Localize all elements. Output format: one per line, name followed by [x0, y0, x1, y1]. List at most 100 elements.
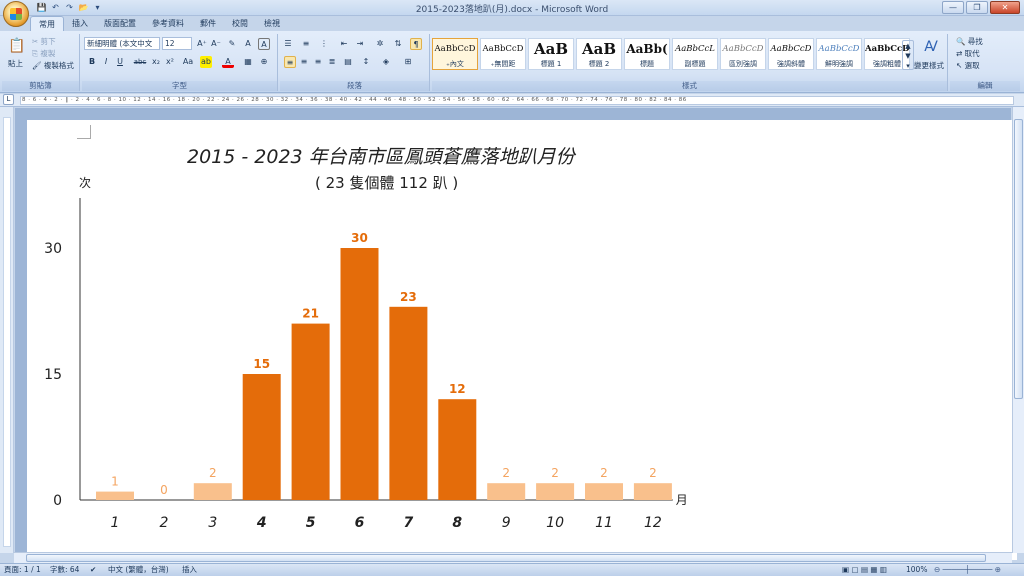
- data-label: 15: [253, 357, 270, 371]
- data-label: 21: [302, 307, 319, 321]
- bar-chart: 2015 - 2023 年台南市區鳳頭蒼鷹落地趴月份 ( 23 隻個體 112 …: [27, 120, 747, 550]
- borders-icon[interactable]: ⊞: [402, 56, 414, 68]
- tab-home[interactable]: 常用: [30, 16, 64, 31]
- style-title[interactable]: AaBb(標題: [624, 38, 670, 70]
- tab-references[interactable]: 參考資料: [144, 16, 192, 31]
- vertical-ruler-track: [3, 117, 11, 547]
- style-normal[interactable]: AaBbCcD ₊內文: [432, 38, 478, 70]
- view-buttons[interactable]: ▣ ▢ ▤ ▦ ▥: [842, 564, 887, 576]
- line-spacing-icon[interactable]: ↕: [360, 56, 372, 68]
- font-name-select[interactable]: 新細明體 (本文中文: [84, 37, 160, 50]
- change-styles-button[interactable]: 變更樣式: [914, 60, 944, 71]
- proofing-icon[interactable]: ✔: [90, 564, 96, 576]
- find-button[interactable]: 🔍 尋找: [956, 36, 983, 47]
- status-language[interactable]: 中文 (繁體，台灣): [108, 564, 169, 576]
- tab-mailings[interactable]: 郵件: [192, 16, 224, 31]
- minimize-button[interactable]: —: [942, 1, 964, 14]
- select-button[interactable]: ↖ 選取: [956, 60, 980, 71]
- paste-button[interactable]: 貼上: [8, 58, 23, 69]
- style-heading-2[interactable]: AaB 標題 2: [576, 38, 622, 70]
- window-title: 2015-2023落地趴(月).docx - Microsoft Word: [415, 5, 609, 15]
- font-color-icon[interactable]: A: [222, 56, 234, 68]
- style-intense-emphasis[interactable]: AaBbCcD 鮮明強調: [816, 38, 862, 70]
- decrease-indent-icon[interactable]: ⇤: [338, 38, 350, 50]
- x-tick-label: 2: [159, 515, 168, 531]
- style-sample: AaBbCcD: [770, 44, 812, 54]
- grow-font-icon[interactable]: A⁺: [196, 38, 208, 50]
- zoom-slider[interactable]: ⊖ ─────┼───── ⊕: [934, 564, 1001, 576]
- copy-label: 複製: [40, 49, 56, 58]
- tab-review[interactable]: 校閱: [224, 16, 256, 31]
- data-label: 2: [600, 466, 608, 480]
- subscript-button[interactable]: x₂: [150, 56, 162, 68]
- vertical-scrollbar[interactable]: [1012, 107, 1024, 553]
- font-size-select[interactable]: 12: [162, 37, 192, 50]
- sort-icon[interactable]: ⇅: [392, 38, 404, 50]
- style-sample: AaB: [533, 40, 569, 58]
- style-subtle-emphasis[interactable]: AaBbCcD 區別強調: [720, 38, 766, 70]
- enclose-char-icon[interactable]: ⊕: [258, 56, 270, 68]
- style-emphasis[interactable]: AaBbCcD 強調斜體: [768, 38, 814, 70]
- style-heading-1[interactable]: AaB 標題 1: [528, 38, 574, 70]
- style-name: 強調斜體: [777, 60, 805, 68]
- underline-button[interactable]: U: [114, 56, 126, 68]
- horizontal-ruler[interactable]: L 8 · 6 · 4 · 2 · ║ · 2 · 4 · 6 · 8 · 10…: [0, 94, 1024, 107]
- styles-scroll-icon[interactable]: ▲ ▼ ▾: [902, 40, 914, 70]
- data-label: 2: [502, 466, 510, 480]
- increase-indent-icon[interactable]: ⇥: [354, 38, 366, 50]
- shrink-font-icon[interactable]: A⁻: [210, 38, 222, 50]
- strikethrough-button[interactable]: abc: [132, 56, 148, 68]
- copy-button[interactable]: ⎘ 複製: [32, 48, 55, 59]
- tab-insert[interactable]: 插入: [64, 16, 96, 31]
- status-words[interactable]: 字數: 64: [50, 564, 79, 576]
- style-sample: AaBbCcD: [722, 44, 764, 54]
- highlight-icon[interactable]: ab: [200, 56, 212, 68]
- style-no-spacing[interactable]: AaBbCcD ₊無間距: [480, 38, 526, 70]
- tab-view[interactable]: 檢視: [256, 16, 288, 31]
- phonetic-icon[interactable]: A: [242, 38, 254, 50]
- distributed-icon[interactable]: ▤: [342, 56, 354, 68]
- status-mode[interactable]: 插入: [182, 564, 197, 576]
- office-button[interactable]: [3, 1, 29, 27]
- tab-selector-icon[interactable]: L: [3, 94, 14, 105]
- char-shading-icon[interactable]: ▦: [242, 56, 254, 68]
- x-tick-label: 3: [208, 515, 217, 531]
- replace-button[interactable]: ⇄ 取代: [956, 48, 980, 59]
- office-logo-icon: [10, 8, 22, 20]
- maximize-button[interactable]: ❐: [966, 1, 988, 14]
- data-label: 1: [111, 475, 119, 489]
- numbering-icon[interactable]: ≡: [300, 38, 312, 50]
- horizontal-scroll-thumb[interactable]: [26, 554, 986, 562]
- show-marks-icon[interactable]: ¶: [410, 38, 422, 50]
- bold-button[interactable]: B: [86, 56, 98, 68]
- close-button[interactable]: ✕: [990, 1, 1020, 14]
- change-case-button[interactable]: Aa: [180, 56, 196, 68]
- superscript-button[interactable]: x²: [164, 56, 176, 68]
- styles-group: AaBbCcD ₊內文 AaBbCcD ₊無間距 AaB 標題 1 AaB 標題 2 A…: [432, 34, 948, 91]
- bullets-icon[interactable]: ☰: [282, 38, 294, 50]
- clear-format-icon[interactable]: ✎: [226, 38, 238, 50]
- change-styles-icon[interactable]: Ꜹ: [918, 36, 944, 58]
- status-zoom[interactable]: 100%: [906, 564, 927, 576]
- paste-icon[interactable]: 📋: [8, 36, 26, 56]
- align-left-icon[interactable]: ≡: [284, 56, 296, 68]
- cut-button[interactable]: ✂ 剪下: [32, 36, 56, 47]
- horizontal-scrollbar[interactable]: [14, 552, 1012, 563]
- asian-layout-icon[interactable]: ✲: [374, 38, 386, 50]
- char-border-icon[interactable]: A: [258, 38, 270, 50]
- bar: [438, 399, 477, 500]
- shading-icon[interactable]: ◈: [380, 56, 392, 68]
- status-page[interactable]: 頁面: 1 / 1: [4, 564, 41, 576]
- style-name: 標題: [640, 60, 654, 68]
- tab-page-layout[interactable]: 版面配置: [96, 16, 144, 31]
- style-name: 副標題: [684, 60, 706, 68]
- align-center-icon[interactable]: ≡: [298, 56, 310, 68]
- format-painter-button[interactable]: 🖌 複製格式: [32, 60, 74, 71]
- multilevel-list-icon[interactable]: ⋮: [318, 38, 330, 50]
- style-subtitle[interactable]: AaBbCcL 副標題: [672, 38, 718, 70]
- vertical-scroll-thumb[interactable]: [1014, 119, 1023, 399]
- italic-button[interactable]: I: [100, 56, 112, 68]
- vertical-ruler[interactable]: [0, 107, 14, 553]
- justify-icon[interactable]: ≣: [326, 56, 338, 68]
- align-right-icon[interactable]: ≡: [312, 56, 324, 68]
